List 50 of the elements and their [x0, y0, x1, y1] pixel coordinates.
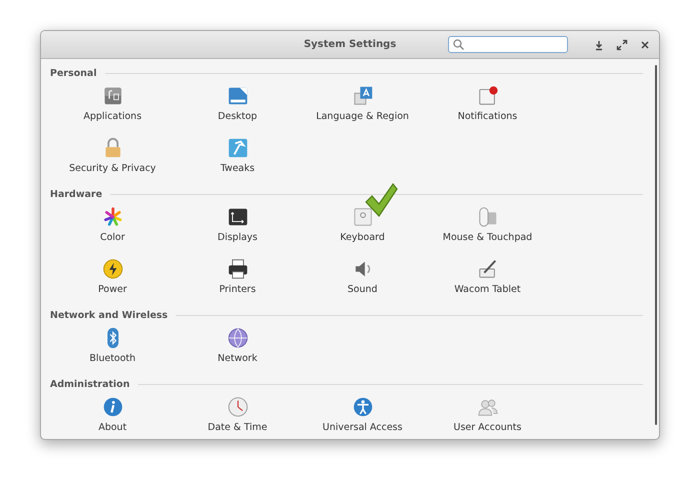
color-wheel-icon [102, 206, 124, 228]
settings-item[interactable]: Language & Region [316, 111, 409, 122]
settings-item[interactable]: User Accounts [454, 422, 522, 433]
lightning-icon [102, 258, 124, 280]
settings-item[interactable]: Mouse & Touchpad [442, 232, 532, 243]
clock-icon [226, 396, 248, 418]
display-icon [226, 206, 248, 228]
close-button[interactable] [639, 38, 651, 50]
hammer-icon [226, 137, 248, 159]
check-mark-icon [364, 182, 398, 218]
settings-item[interactable]: Network [218, 353, 258, 364]
maximize-icon [616, 38, 628, 50]
settings-item[interactable]: Security & Privacy [69, 163, 156, 174]
download-icon [593, 38, 605, 50]
download-button[interactable] [593, 38, 605, 50]
settings-item[interactable]: Date & Time [208, 422, 268, 433]
settings-item[interactable]: Desktop [218, 111, 258, 122]
globe-icon [226, 327, 248, 349]
settings-item[interactable]: Printers [219, 284, 256, 295]
settings-item[interactable]: Wacom Tablet [454, 284, 521, 295]
section-heading: Hardware [50, 189, 102, 200]
search-icon [453, 39, 464, 50]
settings-item[interactable]: Applications [83, 111, 142, 122]
settings-item[interactable]: Power [98, 284, 127, 295]
settings-item[interactable]: Keyboard [340, 232, 385, 243]
mouse-icon [476, 206, 498, 228]
settings-item[interactable]: Bluetooth [89, 353, 136, 364]
keyboard-icon [352, 206, 374, 228]
section-heading: Administration [50, 379, 130, 390]
language-icon [352, 85, 374, 107]
printer-icon [226, 258, 248, 280]
settings-item[interactable]: Color [100, 232, 125, 243]
search-field[interactable] [448, 36, 568, 53]
settings-item[interactable]: Sound [348, 284, 378, 295]
settings-item[interactable]: Tweaks [220, 163, 255, 174]
close-icon [639, 38, 651, 50]
section-heading: Personal [50, 68, 97, 79]
settings-item[interactable]: Universal Access [322, 422, 402, 433]
settings-item[interactable]: Notifications [458, 111, 518, 122]
notification-icon [476, 85, 498, 107]
settings-item[interactable]: About [98, 422, 127, 433]
window-title: System Settings [304, 39, 396, 50]
settings-item[interactable]: Displays [218, 232, 258, 243]
desktop-icon [226, 85, 248, 107]
person-circle-icon [352, 396, 374, 418]
tablet-pen-icon [476, 258, 498, 280]
section-heading: Network and Wireless [50, 310, 168, 321]
scrollbar[interactable] [655, 65, 657, 425]
maximize-button[interactable] [616, 38, 628, 50]
info-icon [102, 396, 124, 418]
